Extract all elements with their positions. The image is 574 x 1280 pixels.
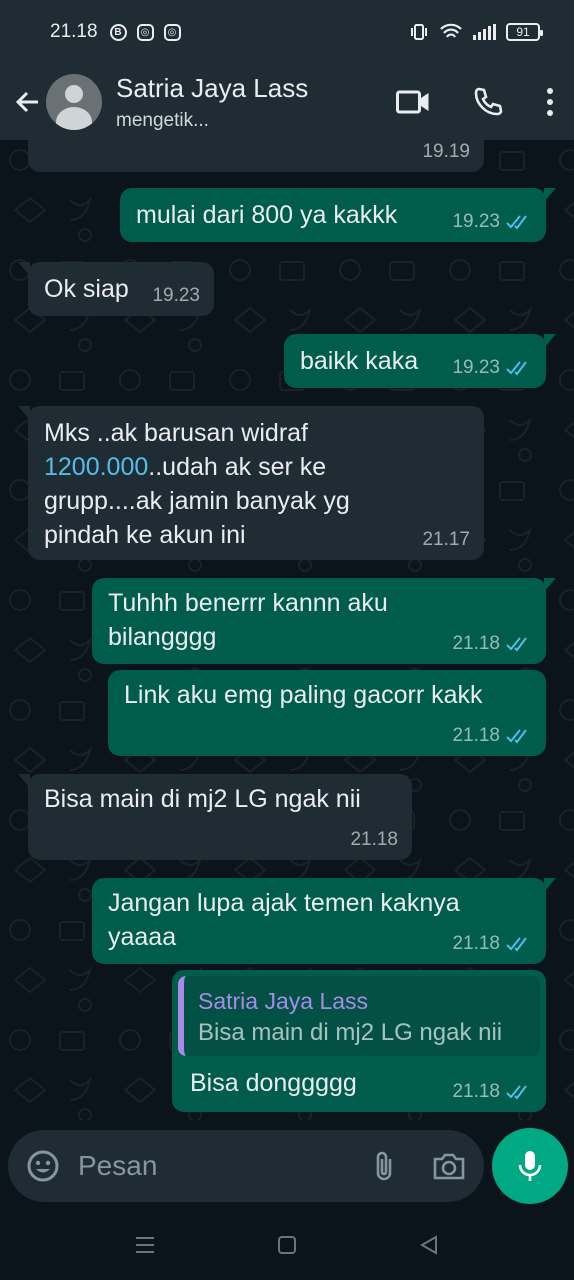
mic-icon bbox=[518, 1151, 542, 1181]
message-line: bilangggg bbox=[108, 623, 217, 651]
message-meta: 21.18 bbox=[452, 1082, 532, 1102]
message-text: Ok siap bbox=[44, 275, 129, 303]
status-bar: 21.18 B ◎ ◎ 91 bbox=[0, 0, 574, 64]
message-list[interactable]: 19.19 mulai dari 800 ya kakkk 19.23 Ok s… bbox=[0, 140, 574, 1120]
message-time: 19.23 bbox=[452, 211, 500, 232]
message-incoming[interactable]: 19.19 bbox=[28, 140, 484, 172]
message-time: 21.18 bbox=[452, 1081, 500, 1102]
message-text: Link aku emg paling gacorr kakk bbox=[124, 681, 483, 709]
mic-button[interactable] bbox=[492, 1128, 568, 1204]
message-line: Tuhhh benerrr kannn aku bbox=[108, 589, 388, 617]
emoji-icon[interactable] bbox=[26, 1149, 60, 1183]
recents-icon[interactable] bbox=[134, 1235, 156, 1255]
message-line: ..udah ak ser ke bbox=[148, 453, 327, 481]
message-meta: 19.23 bbox=[452, 358, 532, 378]
message-meta: 21.18 bbox=[452, 634, 532, 654]
message-outgoing[interactable]: mulai dari 800 ya kakkk 19.23 bbox=[120, 188, 556, 242]
read-ticks-icon bbox=[506, 637, 527, 652]
bbm-notification-icon: B bbox=[109, 23, 127, 41]
instagram-notification-icon-2: ◎ bbox=[163, 23, 181, 41]
message-meta: 21.18 bbox=[452, 934, 532, 954]
back-arrow-icon bbox=[15, 91, 38, 113]
battery-icon: 91 bbox=[506, 23, 543, 41]
message-meta: 19.23 bbox=[152, 286, 200, 306]
video-call-icon[interactable] bbox=[396, 89, 430, 115]
message-incoming[interactable]: Mks ..ak barusan widraf 1200.000..udah a… bbox=[18, 406, 484, 560]
read-ticks-icon bbox=[506, 937, 527, 952]
message-text: baikk kaka bbox=[300, 347, 419, 375]
message-line: Jangan lupa ajak temen kaknya bbox=[108, 889, 460, 917]
message-line: Mks ..ak barusan widraf bbox=[44, 419, 308, 447]
battery-level: 91 bbox=[516, 25, 530, 39]
message-line: grupp....ak jamin banyak yg bbox=[44, 487, 350, 515]
read-ticks-icon bbox=[506, 215, 527, 230]
message-time: 19.23 bbox=[152, 285, 200, 306]
message-outgoing[interactable]: Tuhhh benerrr kannn aku bilangggg 21.18 bbox=[92, 578, 556, 664]
more-icon[interactable] bbox=[546, 87, 554, 117]
back-nav-icon[interactable] bbox=[418, 1234, 440, 1256]
message-line: yaaaa bbox=[108, 923, 177, 951]
system-nav-bar bbox=[0, 1210, 574, 1280]
message-time: 21.18 bbox=[452, 933, 500, 954]
message-input[interactable] bbox=[78, 1150, 328, 1182]
message-meta: 21.18 bbox=[350, 830, 398, 850]
message-time: 19.23 bbox=[452, 357, 500, 378]
contact-info[interactable]: Satria Jaya Lass mengetik... bbox=[116, 73, 308, 132]
message-text: mulai dari 800 ya kakkk bbox=[136, 201, 398, 229]
message-text: Bisa main di mj2 LG ngak nii bbox=[44, 785, 361, 813]
message-time: 19.19 bbox=[422, 141, 470, 162]
message-outgoing[interactable]: baikk kaka 19.23 bbox=[284, 334, 556, 388]
signal-icon bbox=[473, 24, 496, 40]
read-ticks-icon bbox=[506, 1085, 527, 1100]
quoted-sender: Satria Jaya Lass bbox=[198, 988, 369, 1014]
message-meta: 19.23 bbox=[452, 212, 532, 232]
message-outgoing[interactable]: Jangan lupa ajak temen kaknya yaaaa 21.1… bbox=[92, 878, 556, 964]
home-icon[interactable] bbox=[276, 1234, 298, 1256]
status-right: 91 bbox=[409, 22, 543, 42]
status-time: 21.18 bbox=[50, 21, 98, 42]
avatar[interactable] bbox=[46, 74, 102, 130]
typing-status: mengetik... bbox=[116, 109, 209, 131]
message-outgoing[interactable]: Link aku emg paling gacorr kakk 21.18 bbox=[108, 670, 546, 756]
message-meta: 19.19 bbox=[422, 142, 470, 162]
camera-icon[interactable] bbox=[432, 1151, 466, 1181]
message-line: pindah ke akun ini bbox=[44, 521, 246, 549]
chat-header: Satria Jaya Lass mengetik... bbox=[0, 64, 574, 140]
wifi-icon bbox=[440, 23, 462, 38]
message-outgoing-reply[interactable]: Satria Jaya Lass Bisa main di mj2 LG nga… bbox=[172, 970, 546, 1112]
message-time: 21.18 bbox=[350, 829, 398, 850]
quoted-message[interactable]: Satria Jaya Lass Bisa main di mj2 LG nga… bbox=[178, 976, 540, 1056]
message-composer bbox=[8, 1130, 484, 1202]
message-meta: 21.18 bbox=[452, 726, 532, 746]
quoted-text: Bisa main di mj2 LG ngak nii bbox=[198, 1019, 503, 1046]
phone-icon[interactable] bbox=[472, 86, 504, 118]
message-time: 21.18 bbox=[452, 725, 500, 746]
vibrate-icon bbox=[411, 24, 427, 40]
read-ticks-icon bbox=[506, 361, 527, 376]
message-incoming[interactable]: Ok siap 19.23 bbox=[18, 262, 214, 316]
message-text: Bisa donggggg bbox=[190, 1069, 357, 1097]
read-ticks-icon bbox=[506, 729, 527, 744]
message-time: 21.18 bbox=[452, 633, 500, 654]
message-incoming[interactable]: Bisa main di mj2 LG ngak nii 21.18 bbox=[18, 774, 412, 860]
phone-number-link[interactable]: 1200.000 bbox=[44, 453, 148, 481]
message-time: 21.17 bbox=[422, 529, 470, 550]
attach-icon[interactable] bbox=[372, 1149, 396, 1183]
message-meta: 21.17 bbox=[422, 530, 470, 550]
back-button[interactable] bbox=[6, 80, 50, 124]
instagram-notification-icon: ◎ bbox=[136, 23, 154, 41]
contact-name: Satria Jaya Lass bbox=[116, 72, 309, 103]
